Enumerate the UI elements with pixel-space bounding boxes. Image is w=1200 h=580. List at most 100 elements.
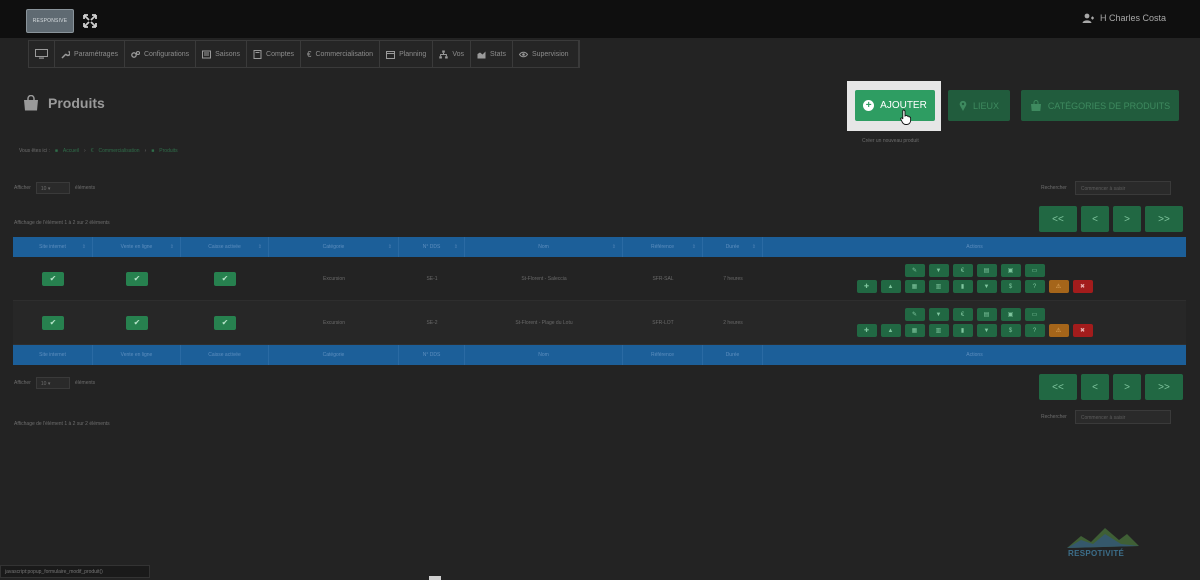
categories-button[interactable]: CATÉGORIES DE PRODUITS <box>1021 90 1179 121</box>
warning-icon[interactable]: ⚠ <box>1048 324 1069 337</box>
last-page-button[interactable]: >> <box>1145 374 1183 400</box>
question-icon[interactable]: ? <box>1024 280 1045 293</box>
breadcrumb-item-accueil[interactable]: Accueil <box>63 148 79 154</box>
cell-dds: SE-2 <box>426 319 438 326</box>
user-menu[interactable]: H Charles Costa <box>1082 13 1166 23</box>
edit-icon[interactable]: ✎ <box>904 264 925 277</box>
nav-saisons[interactable]: Saisons <box>196 41 248 67</box>
nav-label: Configurations <box>143 50 190 58</box>
col-header-site-internet[interactable]: Site internet ⇕ <box>13 237 93 257</box>
document-icon[interactable]: ▮ <box>952 280 973 293</box>
nav-parametrages[interactable]: Paramétrages <box>55 41 125 67</box>
euro-icon: € <box>307 49 312 59</box>
tshirt-icon[interactable]: ▼ <box>976 324 997 337</box>
fullscreen-icon[interactable] <box>83 14 97 28</box>
site-internet-toggle[interactable]: ✔ <box>42 271 64 286</box>
filter-icon[interactable]: ▼ <box>928 264 949 277</box>
shopping-bag-icon <box>24 95 38 111</box>
chart-icon <box>477 51 486 58</box>
col-header-caisse-activee[interactable]: Caisse activée ⇕ <box>181 237 269 257</box>
col-header-nom[interactable]: Nom ⇕ <box>465 237 623 257</box>
filter-icon[interactable]: ▼ <box>928 308 949 321</box>
breadcrumb-item-commercialisation[interactable]: Commercialisation <box>98 148 139 154</box>
col-header-vente-en-ligne[interactable]: Vente en ligne ⇕ <box>93 237 181 257</box>
prev-page-button[interactable]: < <box>1081 374 1109 400</box>
euro-icon[interactable]: € <box>952 264 973 277</box>
vente-en-ligne-toggle[interactable]: ✔ <box>126 315 148 330</box>
map-marker-icon <box>959 100 967 111</box>
nav-vos[interactable]: Vos <box>433 41 471 67</box>
bag-icon <box>1030 100 1041 111</box>
ajouter-tooltip: Créer un nouveau produit <box>862 138 919 144</box>
search-area: Rechercher Commencer à saisir <box>1041 181 1171 195</box>
bag-icon[interactable]: ▣ <box>1000 308 1021 321</box>
next-page-button[interactable]: > <box>1113 206 1141 232</box>
caisse-activee-toggle[interactable]: ✔ <box>214 271 236 286</box>
cell-nom: St-Florent - Saleccia <box>521 275 567 282</box>
cell-duree: 7 heures <box>723 275 743 282</box>
col-footer-reference: Référence <box>623 345 703 365</box>
caisse-activee-toggle[interactable]: ✔ <box>214 315 236 330</box>
last-page-button[interactable]: >> <box>1145 206 1183 232</box>
lieux-button[interactable]: LIEUX <box>948 90 1010 121</box>
tshirt-icon[interactable]: ▼ <box>976 280 997 293</box>
show-label: Afficher <box>14 380 31 386</box>
per-page-select[interactable]: 10 ▾ <box>35 377 70 389</box>
ajouter-button[interactable]: + AJOUTER <box>855 90 935 121</box>
document-icon[interactable]: ▮ <box>952 324 973 337</box>
credit-card-icon[interactable]: ▭ <box>1024 264 1045 277</box>
warning-icon[interactable]: ⚠ <box>1048 280 1069 293</box>
breadcrumb-separator: › <box>84 148 86 154</box>
car-icon[interactable]: ▲ <box>880 280 901 293</box>
col-header-duree[interactable]: Durée ⇕ <box>703 237 763 257</box>
tariff-icon[interactable]: ▤ <box>976 308 997 321</box>
nav-commercialisation[interactable]: € Commercialisation <box>301 41 381 67</box>
calendar-icon[interactable]: ▦ <box>904 280 925 293</box>
car-icon[interactable]: ▲ <box>880 324 901 337</box>
table-icon[interactable]: ▥ <box>928 324 949 337</box>
tariff-icon[interactable]: ▤ <box>976 264 997 277</box>
nav-stats[interactable]: Stats <box>471 41 513 67</box>
dollar-icon[interactable]: $ <box>1000 324 1021 337</box>
prev-page-button[interactable]: < <box>1081 206 1109 232</box>
euro-icon[interactable]: € <box>952 308 973 321</box>
plus-circle-icon: + <box>863 100 875 111</box>
nav-label: Paramétrages <box>74 50 118 58</box>
calendar-icon[interactable]: ▦ <box>904 324 925 337</box>
col-header-categorie[interactable]: Catégorie ⇕ <box>269 237 399 257</box>
dollar-icon[interactable]: $ <box>1000 280 1021 293</box>
search-input[interactable]: Commencer à saisir <box>1074 181 1171 195</box>
search-input[interactable]: Commencer à saisir <box>1074 410 1171 424</box>
bag-icon[interactable]: ▣ <box>1000 264 1021 277</box>
nav-planning[interactable]: Planning <box>380 41 434 67</box>
credit-card-icon[interactable]: ▭ <box>1024 308 1045 321</box>
table-icon[interactable]: ▥ <box>928 280 949 293</box>
plus-icon[interactable]: ✚ <box>856 324 877 337</box>
nav-comptes[interactable]: Comptes <box>247 41 302 67</box>
edit-icon[interactable]: ✎ <box>904 308 925 321</box>
breadcrumb: Vous êtes ici : ■ Accueil › € Commercial… <box>19 148 178 154</box>
breadcrumb-item-produits[interactable]: Produits <box>159 148 177 154</box>
first-page-button[interactable]: << <box>1039 374 1077 400</box>
nav-label: Comptes <box>266 50 295 58</box>
col-footer-duree: Durée <box>703 345 763 365</box>
site-internet-toggle[interactable]: ✔ <box>42 315 64 330</box>
vente-en-ligne-toggle[interactable]: ✔ <box>126 271 148 286</box>
calendar-icon <box>386 50 396 59</box>
next-page-button[interactable]: > <box>1113 374 1141 400</box>
nav-label: Vos <box>452 50 464 58</box>
first-page-button[interactable]: << <box>1039 206 1077 232</box>
nav-label: Commercialisation <box>315 50 374 58</box>
col-header-dds[interactable]: N° DDS ⇕ <box>399 237 465 257</box>
col-header-reference[interactable]: Référence ⇕ <box>623 237 703 257</box>
app-logo[interactable]: RESPONSIVE <box>26 9 74 33</box>
per-page-select[interactable]: 10 ▾ <box>35 182 70 194</box>
nav-supervision[interactable]: Supervision <box>513 41 579 67</box>
plus-icon[interactable]: ✚ <box>856 280 877 293</box>
question-icon[interactable]: ? <box>1024 324 1045 337</box>
per-page-control: Afficher 10 ▾ éléments <box>14 182 95 194</box>
delete-icon[interactable]: ✖ <box>1072 280 1093 293</box>
delete-icon[interactable]: ✖ <box>1072 324 1093 337</box>
nav-home[interactable] <box>29 41 55 67</box>
nav-configurations[interactable]: Configurations <box>125 41 197 67</box>
